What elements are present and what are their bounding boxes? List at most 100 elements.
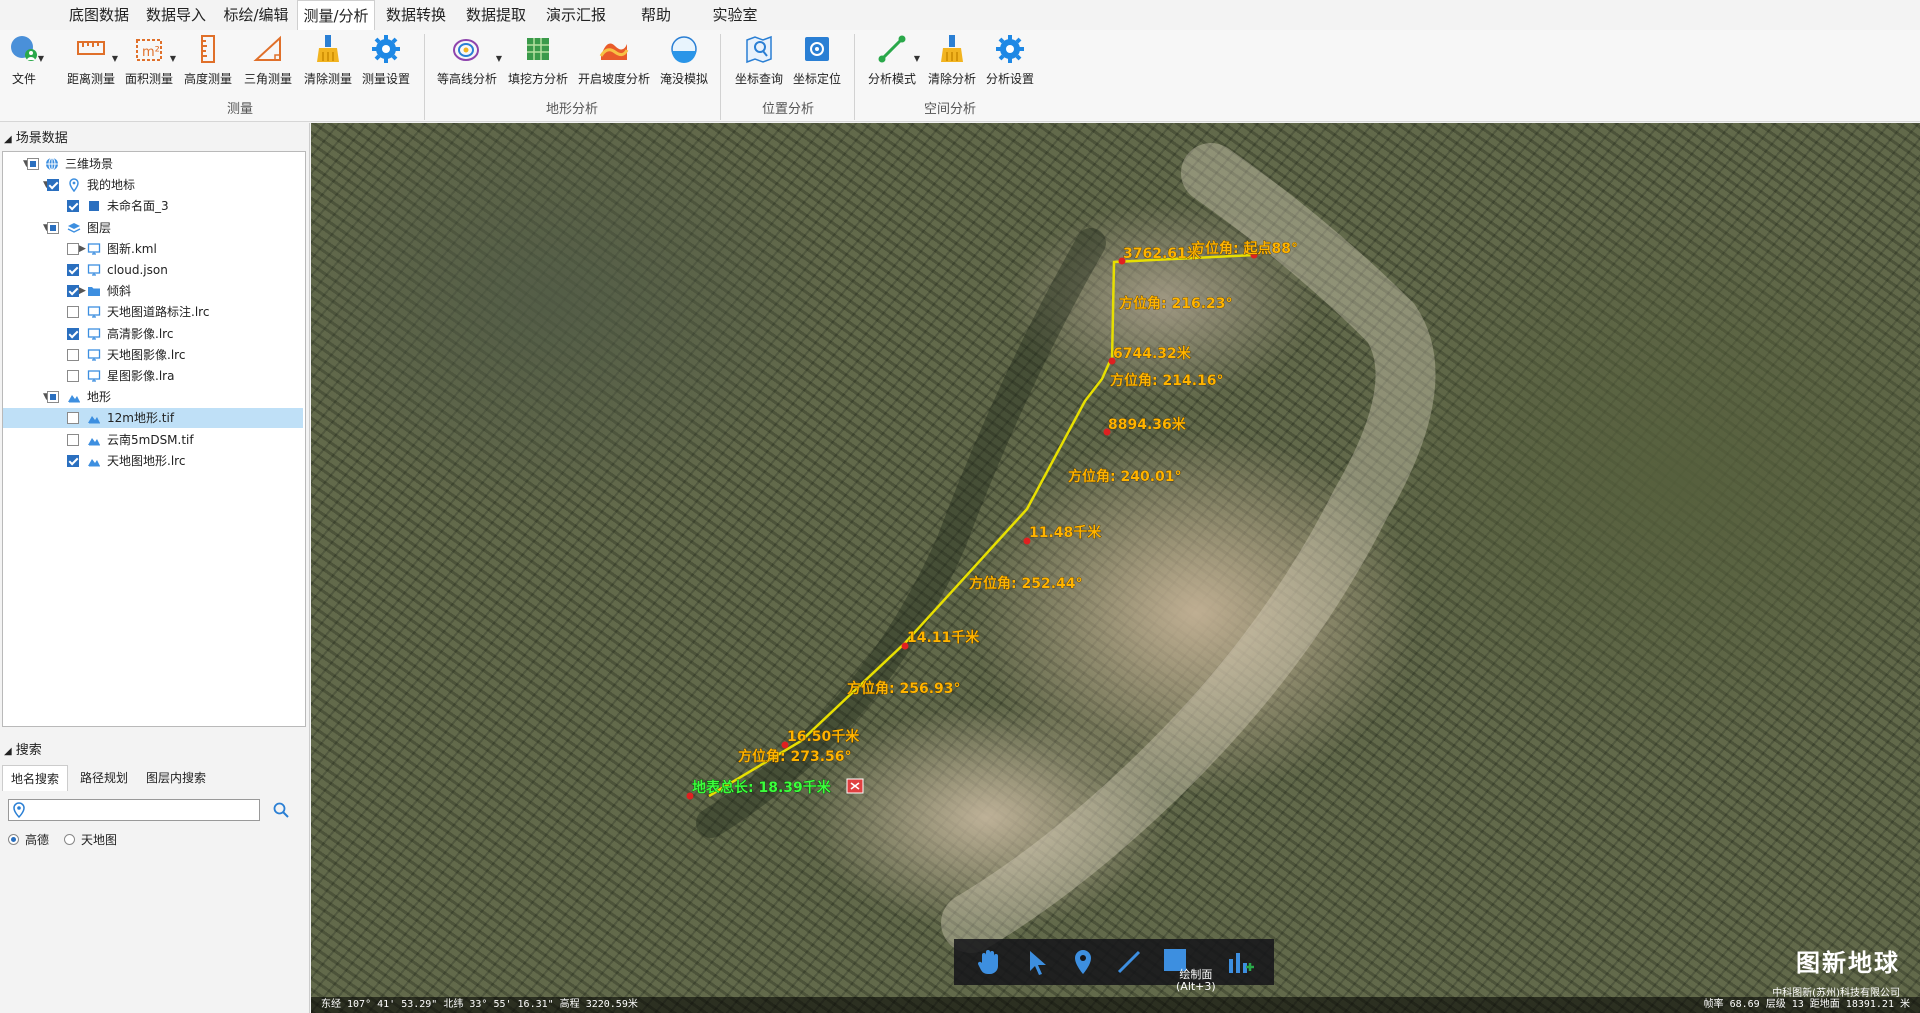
tab-layer-search[interactable]: 图层内搜索 [138, 765, 214, 791]
menu-presentation[interactable]: 演示汇报 [538, 0, 614, 30]
tree-checkbox[interactable] [67, 348, 79, 361]
chevron-down-icon: ▼ [913, 54, 920, 63]
tree-row[interactable]: 云南5mDSM.tif [3, 430, 303, 450]
tree-row[interactable]: ▼三维场景 [3, 154, 303, 174]
search-tabs: 地名搜索 路径规划 图层内搜索 [0, 765, 310, 791]
pointer-icon[interactable] [1020, 945, 1054, 979]
file-button[interactable]: 文件 ▼ [6, 32, 44, 88]
pin-icon[interactable] [1066, 945, 1100, 979]
tree-row[interactable]: ▼我的地标 [3, 175, 303, 195]
route-distance-label: 11.48千米 [1029, 524, 1102, 541]
tree-row[interactable]: ▶ 图新.kml [3, 239, 303, 259]
menu-plot-edit[interactable]: 标绘/编辑 [214, 0, 298, 30]
ribbon-toolbar: 文件 ▼ 距离测量 ▼ m² 面积测量 ▼ 高度测量 三角测量 清除测量 测量设… [0, 30, 1920, 122]
tree-checkbox[interactable] [67, 285, 79, 298]
tree-row[interactable]: 高清影像.lrc [3, 324, 303, 344]
menu-measure-analysis[interactable]: 测量/分析 [297, 0, 375, 30]
tree-item-label: 图新.kml [107, 241, 157, 256]
height-measure-button[interactable]: 高度测量 [182, 32, 234, 88]
menu-convert[interactable]: 数据转换 [378, 0, 454, 30]
distance-measure-button[interactable]: 距离测量 ▼ [66, 32, 118, 88]
terrain-icon [87, 454, 101, 468]
tab-place-search[interactable]: 地名搜索 [2, 765, 68, 791]
chart-icon[interactable] [1222, 945, 1256, 979]
tree-row[interactable]: 星图影像.lra [3, 366, 303, 386]
route-bearing-label: 方位角: 273.56° [738, 748, 852, 765]
tree-checkbox[interactable] [67, 264, 79, 276]
collapse-arrow-icon[interactable]: ▶ [79, 281, 86, 301]
tree-item-label: cloud.json [107, 263, 168, 277]
clear-measure-button[interactable]: 清除测量 [302, 32, 354, 88]
tree-checkbox[interactable] [47, 221, 59, 234]
slope-analysis-button[interactable]: 开启坡度分析 [576, 32, 652, 88]
slope-icon [599, 43, 629, 60]
tree-checkbox[interactable] [27, 158, 39, 170]
tree-row[interactable]: 天地图道路标注.lrc [3, 302, 303, 322]
analysis-mode-button[interactable]: 分析模式 ▼ [866, 32, 920, 88]
menu-bar: 底图数据 数据导入 标绘/编辑 测量/分析 数据转换 数据提取 演示汇报 帮助 … [0, 0, 1920, 30]
triangle-measure-button[interactable]: 三角测量 [242, 32, 294, 88]
menu-lab[interactable]: 实验室 [698, 0, 772, 30]
tree-row[interactable]: 12m地形.tif [3, 408, 303, 429]
measure-settings-button[interactable]: 测量设置 [360, 32, 412, 88]
menu-help[interactable]: 帮助 [624, 0, 688, 30]
tab-route-planning[interactable]: 路径规划 [72, 765, 136, 791]
coordinate-locate-button[interactable]: 坐标定位 [790, 32, 844, 88]
menu-extract[interactable]: 数据提取 [458, 0, 534, 30]
cut-fill-analysis-button[interactable]: 填挖方分析 [506, 32, 570, 88]
menu-basemap[interactable]: 底图数据 [60, 0, 138, 30]
file-icon [11, 36, 37, 61]
line-icon[interactable] [1112, 945, 1146, 979]
tree-checkbox[interactable] [67, 327, 79, 340]
tree-checkbox[interactable] [67, 370, 79, 382]
search-icon[interactable] [272, 801, 290, 819]
menu-import[interactable]: 数据导入 [138, 0, 214, 30]
tree-row[interactable]: ▼图层 [3, 218, 303, 238]
tree-row[interactable]: cloud.json [3, 260, 303, 280]
collapse-arrow-icon[interactable]: ▶ [79, 239, 86, 259]
draw-face-shortcut: (Alt+3) [1176, 980, 1216, 993]
tree-checkbox[interactable] [47, 391, 59, 404]
map-3d-viewport[interactable]: 3762.61米 方位角: 起点88° 方位角: 216.23° 6744.32… [311, 123, 1920, 1013]
analysis-settings-button[interactable]: 分析设置 [984, 32, 1036, 88]
contour-analysis-button[interactable]: 等高线分析 ▼ [434, 32, 502, 88]
layers-icon [67, 221, 81, 235]
route-bearing-label: 方位角: 252.44° [969, 575, 1083, 592]
tree-checkbox[interactable] [47, 179, 59, 192]
tree-checkbox[interactable] [67, 412, 79, 425]
search-panel-header[interactable]: ◢ 搜索 [4, 739, 42, 758]
clear-analysis-button[interactable]: 清除分析 [926, 32, 978, 88]
area-measure-button[interactable]: m² 面积测量 ▼ [124, 32, 176, 88]
tree-row[interactable]: 天地图地形.lrc [3, 451, 303, 471]
monitor-icon [87, 327, 101, 341]
tree-row[interactable]: 天地图影像.lrc [3, 345, 303, 365]
source-gaode-radio[interactable]: 高德 [8, 831, 49, 848]
hand-icon[interactable] [972, 945, 1006, 979]
coordinate-query-button[interactable]: 坐标查询 [732, 32, 786, 88]
tree-item-label: 天地图地形.lrc [107, 453, 186, 468]
source-tianditu-label: 天地图 [81, 833, 118, 847]
target-icon [805, 37, 829, 61]
tree-checkbox[interactable] [67, 433, 79, 446]
tree-checkbox[interactable] [67, 242, 79, 255]
search-input-wrapper[interactable] [8, 799, 260, 821]
monitor-icon [87, 242, 101, 256]
tree-row[interactable]: ▶ 倾斜 [3, 281, 303, 301]
tree-row[interactable]: ▼地形 [3, 387, 303, 407]
coordinate-locate-label: 坐标定位 [792, 72, 841, 86]
delete-measurement-icon[interactable] [846, 778, 864, 794]
chevron-down-icon: ▼ [495, 54, 502, 63]
brand-logo: 图新地球 中科图新(苏州)科技有限公司 [1772, 943, 1900, 999]
tree-checkbox[interactable] [67, 454, 79, 467]
scene-panel-header[interactable]: ◢ 场景数据 [4, 127, 68, 146]
place-search-input[interactable] [29, 801, 255, 819]
broom-icon [317, 35, 339, 62]
source-tianditu-radio[interactable]: 天地图 [64, 831, 117, 848]
flood-simulation-button[interactable]: 淹没模拟 [658, 32, 710, 88]
area-icon: m² [136, 39, 162, 61]
tree-checkbox[interactable] [67, 306, 79, 319]
tree-row[interactable]: 未命名面_3 [3, 196, 303, 216]
tree-checkbox[interactable] [67, 200, 79, 213]
contour-analysis-label: 等高线分析 [436, 72, 497, 86]
route-distance-label: 3762.61米 [1123, 245, 1202, 262]
